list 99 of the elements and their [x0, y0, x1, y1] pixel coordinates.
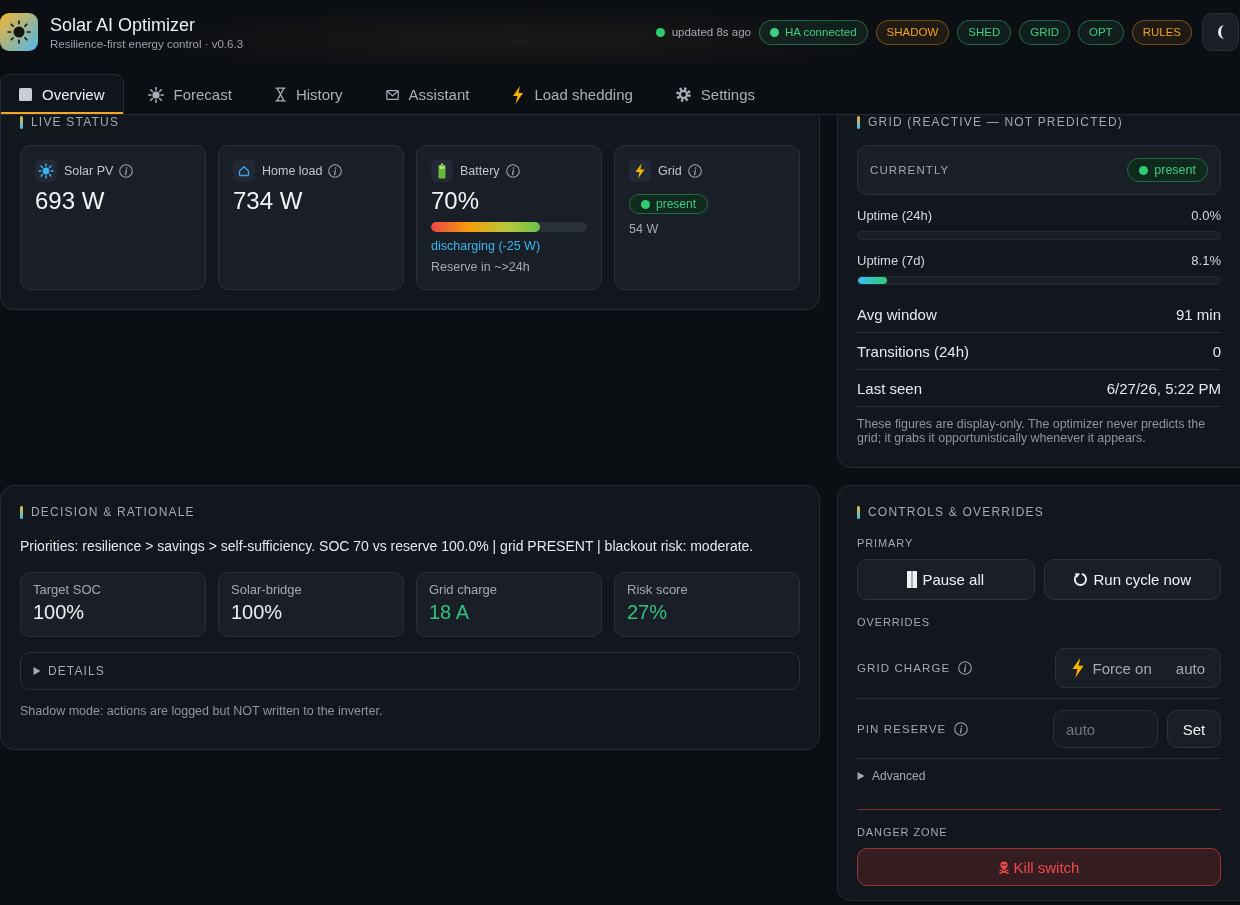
tab[interactable]: History — [255, 74, 362, 114]
advanced-toggle[interactable]: Advanced — [857, 768, 926, 784]
sun-icon — [147, 86, 164, 103]
stat-value: 734 W — [233, 187, 304, 215]
info-icon[interactable] — [958, 661, 973, 675]
control-label: GRID CHARGE — [857, 662, 951, 674]
tab[interactable]: Load shedding — [493, 74, 652, 114]
stat-value: 91 min — [1175, 305, 1221, 323]
stat-label: Grid — [658, 164, 682, 178]
action-button[interactable]: Run cycle now — [1043, 559, 1221, 600]
lightning-icon — [512, 85, 525, 104]
action-button[interactable]: Pause all — [857, 559, 1035, 600]
group-label: OVERRIDES — [857, 615, 931, 629]
status-dot-icon — [655, 27, 665, 37]
lightning-icon — [629, 160, 651, 182]
grid-state-label: present — [1154, 163, 1196, 177]
battery-icon — [431, 160, 453, 182]
settings-icon — [675, 87, 691, 102]
theme-toggle-button[interactable] — [1202, 13, 1239, 51]
battery-status-text: discharging (-25 W) — [431, 238, 542, 254]
lightning-icon — [1070, 658, 1085, 678]
reserve-time-text: Reserve in ~>24h — [431, 259, 531, 275]
set-button[interactable]: Set — [1167, 710, 1221, 748]
stat-value: 693 W — [35, 187, 106, 215]
stat-label: Avg window — [857, 305, 937, 323]
section-title: GRID (REACTIVE — NOT PREDICTED) — [868, 115, 1123, 129]
stat-label: Solar PV — [64, 164, 114, 178]
segment-option[interactable]: Force on — [1058, 652, 1164, 684]
info-icon[interactable] — [687, 164, 702, 178]
uptime-value: 8.1% — [1191, 253, 1221, 269]
uptime-label: Uptime (7d) — [857, 253, 925, 269]
reserve-input[interactable]: auto — [1053, 710, 1158, 748]
info-icon[interactable] — [328, 164, 343, 178]
stat-label: Transitions (24h) — [857, 342, 969, 360]
info-icon[interactable] — [954, 722, 969, 736]
stat-label: Last seen — [857, 379, 923, 397]
stat-label: Home load — [262, 164, 323, 178]
pause-icon — [907, 571, 918, 588]
caret-icon — [857, 772, 865, 780]
stat-value: 0 — [1212, 342, 1221, 360]
skull-icon — [998, 860, 1009, 874]
metric-value: 100% — [33, 600, 86, 624]
pill-label: SHED — [968, 26, 1001, 38]
grid-state-label: present — [656, 197, 697, 211]
uptime-label: Uptime (24h) — [857, 208, 933, 224]
hourglass-icon — [274, 87, 286, 102]
info-icon[interactable] — [119, 164, 134, 178]
control-label: PIN RESERVE — [857, 723, 947, 735]
section-title: CONTROLS & OVERRIDES — [868, 505, 1045, 519]
refresh-icon — [1073, 572, 1089, 587]
status-dot-icon — [769, 27, 779, 37]
metric-value: 18 A — [429, 600, 471, 624]
square-icon — [19, 88, 32, 101]
current-label: CURRENTLY — [870, 164, 950, 176]
uptime-value: 0.0% — [1191, 208, 1221, 224]
grid-power-text: 54 W — [629, 221, 660, 237]
accent-bar — [20, 115, 23, 129]
last-updated-text: updated 8s ago — [671, 26, 751, 38]
pill-label: GRID — [1030, 26, 1059, 38]
info-note: These figures are display-only. The optimizer never predicts the grid; it grabs it opportunistically whenever it appears. — [857, 417, 1207, 445]
metric-label: Solar-bridge — [231, 582, 303, 598]
envelope-icon — [385, 89, 399, 100]
pill-label: RULES — [1142, 26, 1181, 38]
tab[interactable]: Overview — [0, 74, 124, 114]
moon-icon — [1216, 24, 1225, 40]
section-title: LIVE STATUS — [31, 115, 120, 129]
house-icon — [233, 160, 255, 182]
sun-icon — [35, 160, 57, 182]
pill-label: SHADOW — [886, 26, 939, 38]
details-toggle[interactable]: DETAILS — [20, 652, 800, 690]
stat-value: 6/27/26, 5:22 PM — [1106, 379, 1221, 397]
metric-label: Target SOC — [33, 582, 102, 598]
metric-value: 100% — [231, 600, 284, 624]
metric-label: Risk score — [627, 582, 689, 598]
segment-option[interactable]: auto — [1163, 652, 1217, 684]
stat-value: 70% — [431, 187, 481, 215]
stat-label: Battery — [460, 164, 500, 178]
shadow-mode-note: Shadow mode: actions are logged but NOT written to the inverter. — [20, 703, 384, 719]
accent-bar — [857, 115, 860, 129]
group-label: PRIMARY — [857, 536, 915, 550]
accent-bar — [857, 505, 860, 519]
accent-bar — [20, 505, 23, 519]
kill-switch-button[interactable]: Kill switch — [857, 848, 1221, 886]
metric-value: 27% — [627, 600, 669, 624]
rationale-text: Priorities: resilience > savings > self-sufficiency. SOC 70 vs reserve 100.0% | grid PRESENT | blackout risk: moderate. — [20, 537, 755, 555]
app-title: Solar AI Optimizer — [50, 13, 197, 36]
app-subtitle: Resilience-first energy control · v0.6.3 — [50, 36, 244, 51]
status-dot-icon — [1139, 165, 1149, 175]
info-icon[interactable] — [505, 164, 520, 178]
section-title: DECISION & RATIONALE — [31, 505, 195, 519]
tab[interactable]: Assistant — [366, 74, 489, 114]
group-label: DANGER ZONE — [857, 825, 949, 839]
tab[interactable]: Forecast — [128, 74, 251, 114]
pill-label: HA connected — [784, 26, 857, 38]
tab[interactable]: Settings — [656, 74, 775, 114]
pill-label: OPT — [1089, 26, 1113, 38]
metric-label: Grid charge — [429, 582, 498, 598]
status-dot-icon — [641, 199, 650, 209]
caret-icon — [33, 667, 41, 675]
